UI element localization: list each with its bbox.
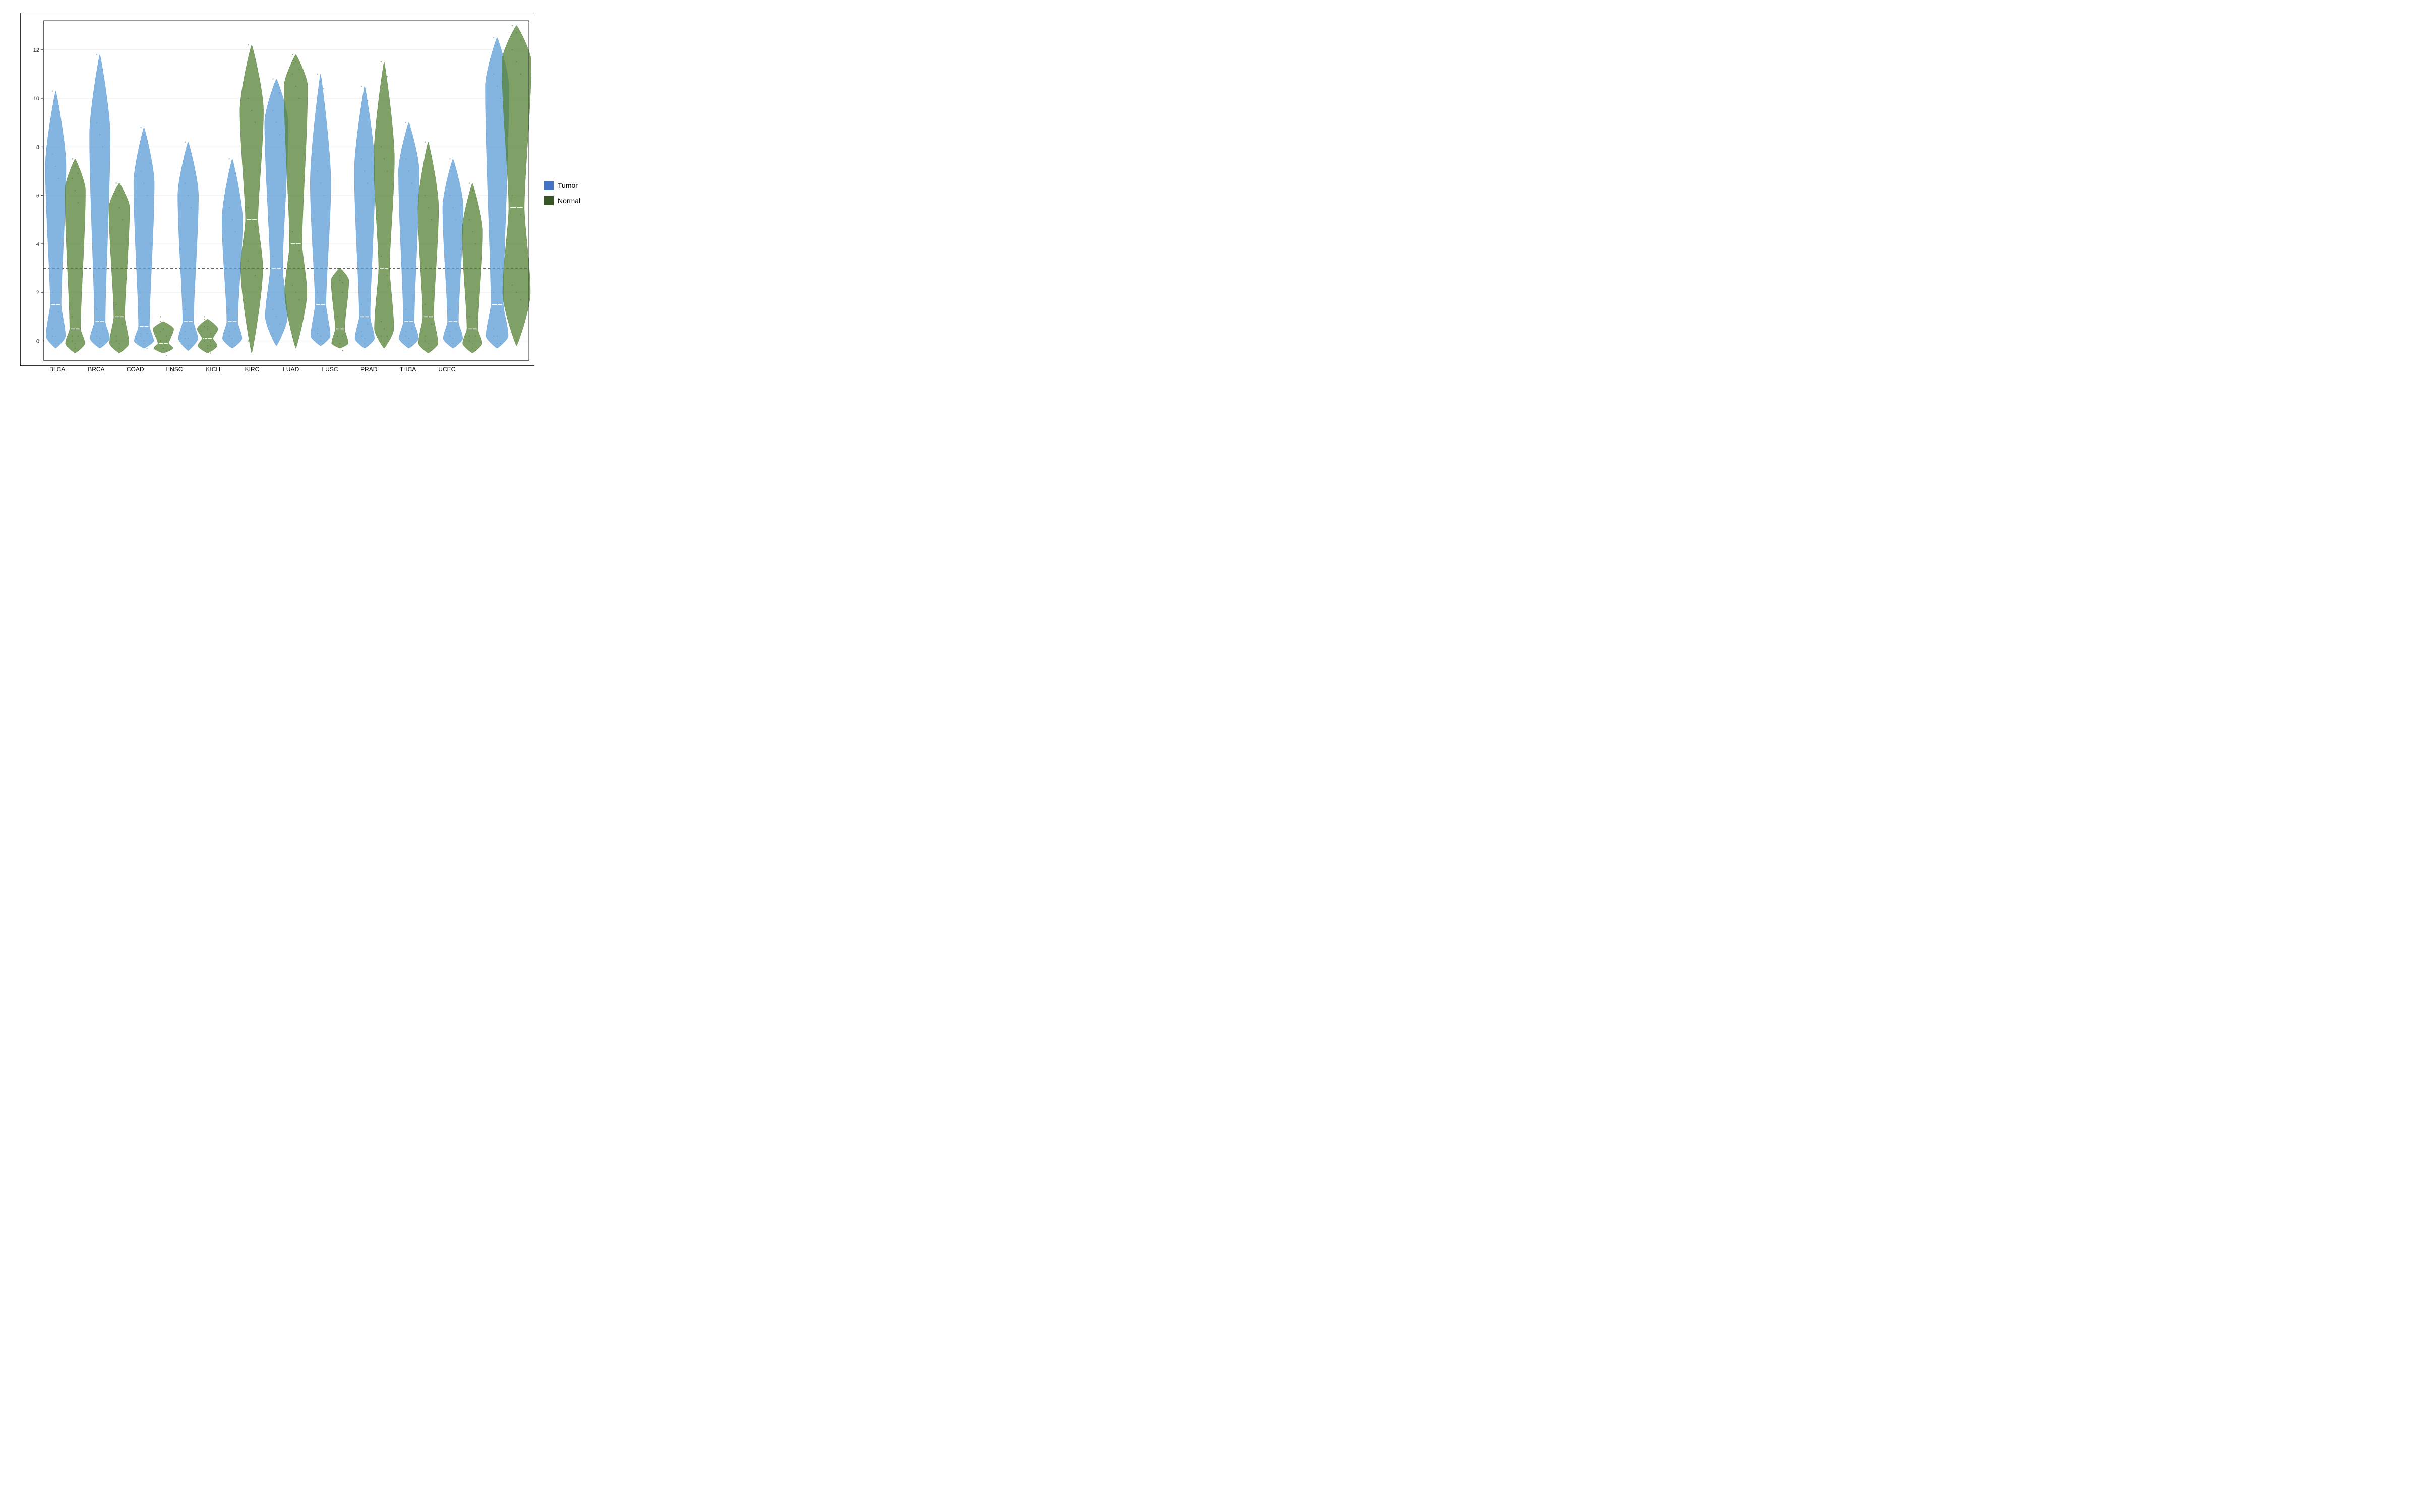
- legend-item: Normal: [544, 196, 600, 205]
- legend: Tumor Normal: [534, 13, 600, 373]
- x-axis-label: KIRC: [232, 366, 271, 373]
- plot-area-wrapper: 0 2 4 6 8 10 12 BLCABRCACOADHNSCKICHKIRCLUADLU…: [20, 13, 534, 373]
- x-axis-label: BLCA: [38, 366, 77, 373]
- x-axis-label: UCEC: [428, 366, 466, 373]
- chart-body: 0 2 4 6 8 10 12 BLCABRCACOADHNSCKICHKIRCLUADLU…: [5, 13, 600, 373]
- x-axis-label: THCA: [388, 366, 427, 373]
- svg-text:4: 4: [36, 241, 39, 247]
- x-axis-label: PRAD: [349, 366, 388, 373]
- chart-container: 0 2 4 6 8 10 12 BLCABRCACOADHNSCKICHKIRCLUADLU…: [5, 5, 600, 373]
- legend-color-box: [544, 196, 554, 205]
- x-axis-label: COAD: [116, 366, 155, 373]
- legend-color-box: [544, 181, 554, 190]
- plot-svg: 0 2 4 6 8 10 12: [21, 13, 534, 365]
- legend-label: Tumor: [558, 181, 578, 190]
- x-axis-label: HNSC: [155, 366, 194, 373]
- legend-label: Normal: [558, 197, 580, 205]
- x-axis-label: LUAD: [272, 366, 311, 373]
- x-axis-label: LUSC: [311, 366, 349, 373]
- svg-text:6: 6: [36, 193, 39, 199]
- x-axis-labels: BLCABRCACOADHNSCKICHKIRCLUADLUSCPRADTHCA…: [20, 366, 534, 373]
- plot-area: 0 2 4 6 8 10 12: [20, 13, 534, 366]
- x-axis-label: KICH: [194, 366, 232, 373]
- svg-text:0: 0: [36, 338, 39, 344]
- svg-text:8: 8: [36, 144, 39, 150]
- legend-item: Tumor: [544, 181, 600, 190]
- svg-text:12: 12: [33, 47, 39, 53]
- svg-text:2: 2: [36, 290, 39, 296]
- svg-text:10: 10: [33, 96, 39, 102]
- y-axis-label: [5, 13, 20, 373]
- x-axis-label: BRCA: [77, 366, 115, 373]
